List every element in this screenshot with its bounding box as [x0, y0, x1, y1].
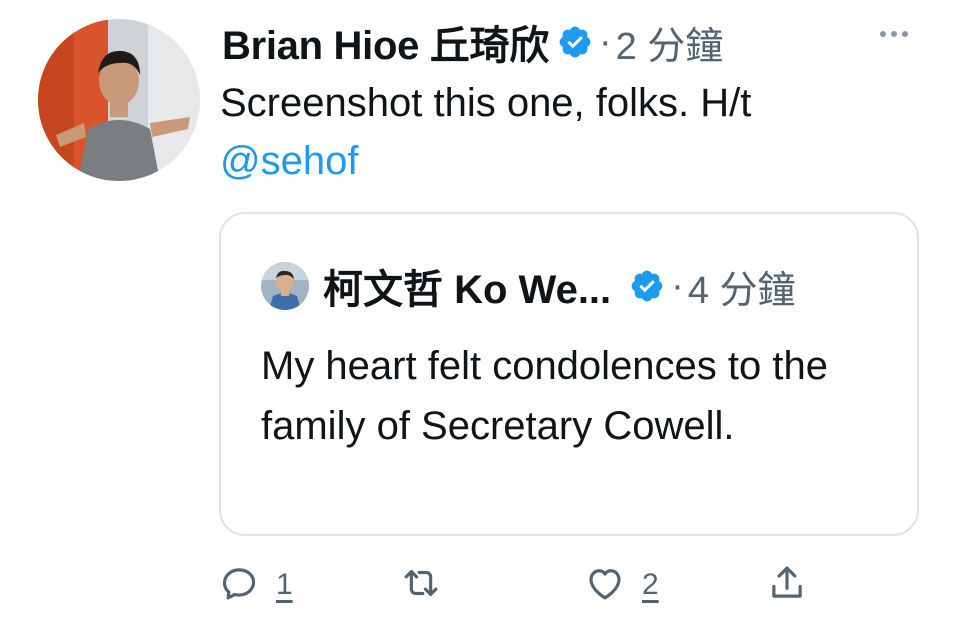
tweet-text: Screenshot this one, folks. H/t @sehof — [220, 74, 920, 190]
like-button[interactable]: 2 — [584, 560, 659, 610]
quoted-tweet-card[interactable]: 柯文哲 Ko We... · 4 分鐘 My heart felt condol… — [219, 212, 919, 536]
share-button[interactable] — [766, 560, 808, 610]
reply-icon — [218, 562, 260, 609]
like-count: 2 — [642, 568, 659, 601]
like-icon — [584, 562, 626, 609]
verified-badge-icon — [557, 24, 593, 60]
tweet-body: Screenshot this one, folks. H/t — [220, 81, 752, 125]
quoted-tweet-timestamp[interactable]: 4 分鐘 — [688, 259, 796, 314]
header-separator: · — [598, 20, 612, 63]
retweet-button[interactable] — [400, 560, 442, 610]
verified-badge-icon — [629, 268, 665, 304]
reply-count: 1 — [276, 568, 293, 601]
author-name[interactable]: Brian Hioe 丘琦欣 — [222, 13, 549, 71]
quoted-tweet-header: 柯文哲 Ko We... · 4 分鐘 — [261, 258, 901, 314]
share-icon — [766, 562, 808, 609]
reply-button[interactable]: 1 — [218, 560, 293, 610]
quoted-header-separator: · — [671, 264, 684, 307]
quoted-author-avatar — [261, 262, 309, 310]
quoted-tweet-text: My heart felt condolences to the family … — [261, 344, 828, 448]
quoted-author-name[interactable]: 柯文哲 Ko We... — [323, 257, 611, 315]
more-options-icon[interactable] — [870, 22, 918, 46]
tweet-action-bar: 1 2 — [0, 560, 960, 610]
author-avatar[interactable] — [38, 19, 200, 181]
tweet-timestamp[interactable]: 2 分鐘 — [616, 15, 724, 70]
retweet-icon — [400, 562, 442, 609]
mention-link[interactable]: @sehof — [220, 139, 358, 183]
tweet-header: Brian Hioe 丘琦欣 · 2 分鐘 — [222, 14, 922, 70]
